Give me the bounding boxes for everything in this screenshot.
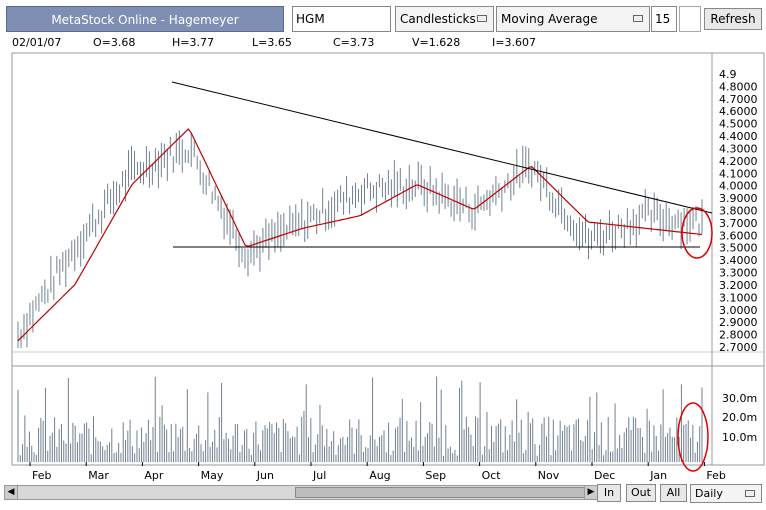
y-tick-label: 4.2000 xyxy=(719,155,758,168)
x-tick-label: May xyxy=(201,469,224,482)
interval-label: Daily xyxy=(695,487,723,500)
y-tick-label: 3.8000 xyxy=(719,205,758,218)
moving-average-line xyxy=(17,128,703,342)
volume-tick-label: 20.0m xyxy=(722,411,757,424)
y-tick-label: 4.4000 xyxy=(719,130,758,143)
y-tick-label: 3.4000 xyxy=(719,254,758,267)
zoom-out-button[interactable]: Out xyxy=(626,484,656,502)
y-tick-label: 3.7000 xyxy=(719,217,758,230)
x-tick-label: Apr xyxy=(144,469,164,482)
y-tick-label: 3.0000 xyxy=(719,304,758,317)
scrollbar-thumb[interactable] xyxy=(295,487,585,498)
x-tick-label: Jan xyxy=(649,469,667,482)
y-tick-label: 3.1000 xyxy=(719,291,758,304)
y-tick-label: 4.6000 xyxy=(719,105,758,118)
chart-area: 4.94.80004.70004.60004.50004.40004.30004… xyxy=(11,52,765,482)
scroll-right-icon[interactable]: ▶ xyxy=(584,486,597,499)
y-tick-label: 4.0000 xyxy=(719,180,758,193)
zoom-in-button[interactable]: In xyxy=(597,484,621,502)
x-tick-label: Sep xyxy=(425,469,446,482)
y-tick-label: 3.6000 xyxy=(719,229,758,242)
x-tick-label: Feb xyxy=(706,469,725,482)
volume-tick-label: 10.0m xyxy=(722,431,757,444)
y-tick-label: 3.3000 xyxy=(719,267,758,280)
volume-plot xyxy=(17,376,703,462)
y-tick-label: 2.7000 xyxy=(719,341,758,354)
x-tick-label: Jun xyxy=(256,469,274,482)
y-tick-label: 2.8000 xyxy=(719,329,758,342)
y-tick-label: 3.5000 xyxy=(719,242,758,255)
y-tick-label: 4.1000 xyxy=(719,167,758,180)
y-tick-label: 3.9000 xyxy=(719,192,758,205)
x-tick-label: Aug xyxy=(369,469,390,482)
x-tick-label: Oct xyxy=(482,469,502,482)
y-tick-label: 4.9 xyxy=(719,68,737,81)
volume-tick-label: 30.0m xyxy=(722,392,757,405)
y-tick-label: 4.8000 xyxy=(719,80,758,93)
interval-select[interactable]: Daily xyxy=(690,484,762,503)
chevron-down-icon xyxy=(745,490,755,497)
scroll-left-icon[interactable]: ◀ xyxy=(5,486,18,499)
y-tick-label: 4.7000 xyxy=(719,93,758,106)
y-tick-label: 3.2000 xyxy=(719,279,758,292)
price-plot xyxy=(17,128,703,348)
x-tick-label: Jul xyxy=(312,469,326,482)
y-tick-label: 4.5000 xyxy=(719,118,758,131)
horizontal-scrollbar[interactable]: ◀ ▶ xyxy=(4,485,598,500)
x-tick-label: Dec xyxy=(594,469,615,482)
x-tick-label: Feb xyxy=(32,469,51,482)
y-tick-label: 4.3000 xyxy=(719,142,758,155)
x-tick-label: Nov xyxy=(538,469,560,482)
y-tick-label: 2.9000 xyxy=(719,316,758,329)
all-button[interactable]: All xyxy=(660,484,687,502)
x-tick-label: Mar xyxy=(88,469,109,482)
